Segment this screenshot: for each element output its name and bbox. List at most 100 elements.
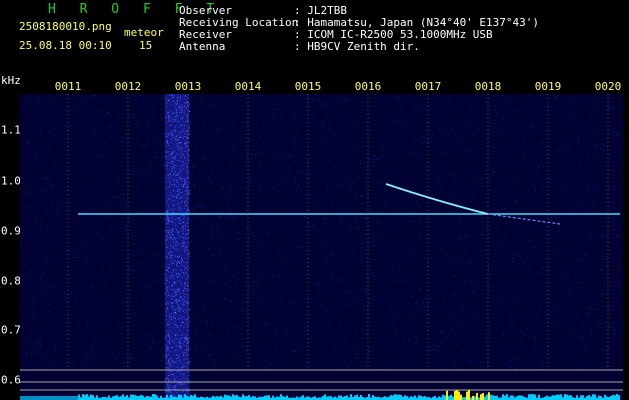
noise-speck [205, 96, 206, 98]
noise-speck [331, 151, 333, 153]
interference-speck [181, 153, 183, 155]
level-bar [400, 395, 402, 400]
interference-speck [188, 128, 190, 130]
noise-speck [521, 356, 523, 358]
noise-speck [369, 172, 371, 174]
level-bar [546, 395, 548, 400]
interference-speck [174, 350, 176, 352]
level-bar [566, 394, 568, 400]
interference-speck [189, 391, 190, 393]
interference-speck [180, 372, 182, 374]
noise-speck [101, 210, 103, 212]
level-bar [450, 394, 452, 400]
interference-speck [184, 276, 186, 278]
noise-speck [558, 239, 560, 241]
interference-speck [166, 210, 168, 212]
noise-speck [438, 269, 440, 271]
noise-speck [159, 108, 161, 110]
noise-speck [378, 158, 379, 160]
noise-speck [268, 245, 270, 247]
interference-speck [173, 134, 174, 136]
noise-speck [583, 344, 585, 346]
noise-speck [381, 324, 383, 326]
level-bar [238, 396, 240, 400]
noise-speck [528, 134, 530, 136]
noise-speck [385, 287, 387, 289]
interference-speck [170, 154, 172, 156]
noise-speck [152, 359, 154, 361]
noise-speck [211, 100, 213, 102]
interference-speck [170, 142, 172, 144]
noise-speck [48, 219, 50, 221]
noise-speck [82, 99, 84, 101]
interference-speck [180, 337, 182, 339]
noise-speck [357, 176, 359, 178]
noise-speck [230, 219, 232, 220]
interference-speck [186, 107, 188, 109]
interference-speck [179, 142, 181, 144]
noise-speck [455, 335, 457, 337]
level-bar [170, 394, 172, 400]
noise-speck [251, 139, 253, 141]
interference-speck [186, 201, 188, 203]
noise-speck [37, 216, 38, 218]
level-bar [372, 395, 374, 400]
noise-speck [277, 159, 279, 161]
noise-speck [515, 264, 517, 266]
noise-speck [265, 177, 267, 179]
noise-speck [488, 284, 490, 285]
noise-speck [285, 151, 287, 153]
noise-speck [134, 320, 136, 322]
noise-speck [38, 312, 39, 314]
noise-speck [535, 367, 537, 369]
noise-speck [42, 273, 44, 274]
interference-speck [183, 221, 185, 222]
noise-speck [579, 166, 581, 167]
interference-speck [171, 289, 173, 291]
interference-speck [178, 345, 180, 347]
noise-speck [146, 97, 148, 99]
noise-speck [131, 346, 133, 348]
noise-speck [477, 95, 479, 97]
noise-speck [77, 121, 79, 123]
noise-speck [383, 103, 384, 105]
level-bar [512, 395, 514, 400]
noise-speck [233, 289, 234, 291]
noise-speck [453, 275, 455, 277]
interference-speck [175, 195, 177, 197]
noise-speck [136, 229, 138, 231]
noise-speck [592, 104, 594, 106]
interference-speck [170, 258, 172, 260]
noise-speck [446, 255, 447, 257]
interference-speck [182, 309, 183, 311]
noise-speck [117, 336, 119, 338]
noise-speck [566, 202, 568, 204]
noise-speck [540, 285, 542, 287]
noise-speck [617, 227, 618, 229]
noise-speck [616, 270, 618, 272]
noise-speck [534, 189, 536, 190]
noise-speck [98, 323, 100, 325]
noise-speck [399, 248, 401, 250]
noise-speck [368, 159, 370, 161]
noise-speck [462, 182, 464, 184]
interference-speck [188, 309, 190, 311]
interference-speck [175, 294, 177, 296]
noise-speck [252, 202, 254, 204]
interference-speck [182, 300, 184, 302]
interference-speck [168, 316, 170, 318]
level-bar [360, 395, 362, 400]
interference-speck [172, 166, 174, 168]
interference-speck [165, 343, 167, 345]
noise-speck [135, 351, 137, 353]
noise-speck [543, 300, 544, 302]
interference-speck [185, 324, 187, 325]
noise-speck [286, 198, 288, 200]
noise-speck [233, 282, 235, 284]
noise-speck [234, 125, 236, 127]
interference-speck [167, 383, 168, 385]
noise-speck [75, 351, 77, 353]
interference-speck [178, 120, 180, 122]
noise-speck [473, 289, 475, 291]
noise-speck [256, 282, 258, 283]
